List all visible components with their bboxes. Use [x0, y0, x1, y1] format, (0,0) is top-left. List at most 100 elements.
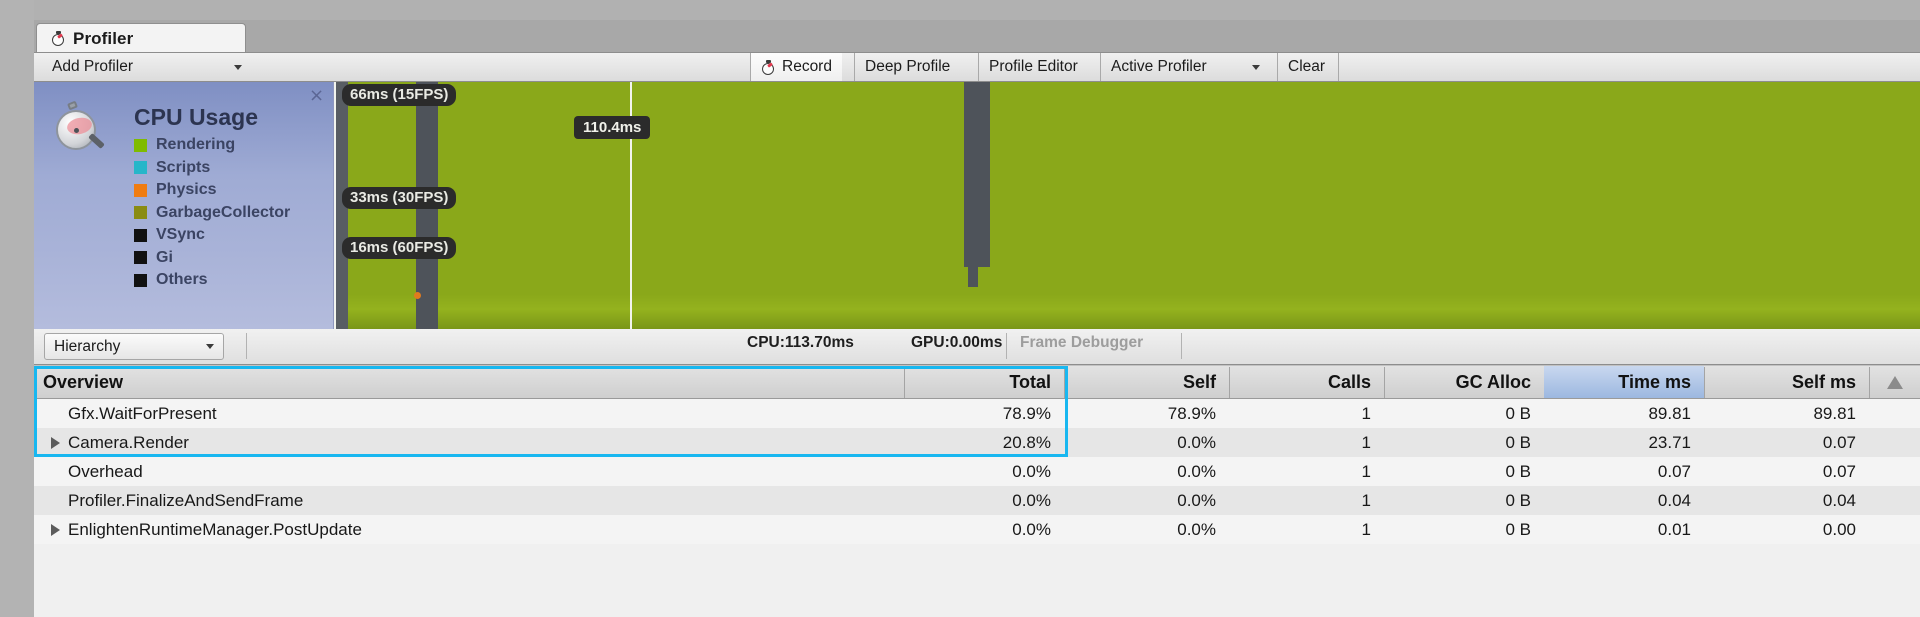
desktop-backdrop-left — [0, 0, 34, 617]
chevron-down-icon — [206, 344, 214, 349]
legend-item-others[interactable]: Others — [134, 269, 290, 292]
legend-swatch — [134, 161, 147, 175]
legend-item-physics[interactable]: Physics — [134, 179, 290, 202]
graph-frame-tooltip: 110.4ms — [574, 116, 651, 139]
legend-item-garbagecollector[interactable]: GarbageCollector — [134, 202, 290, 225]
cpu-time-stat: CPU:113.70ms — [747, 334, 854, 351]
active-profiler-label: Active Profiler — [1111, 58, 1207, 75]
legend-label: VSync — [156, 226, 205, 244]
cpu-profiler-icon — [54, 100, 112, 156]
clear-button[interactable]: Clear — [1277, 53, 1335, 81]
legend-item-rendering[interactable]: Rendering — [134, 134, 290, 157]
cell-self-ms: 0.00 — [1822, 519, 1856, 539]
record-button[interactable]: Record — [750, 53, 842, 81]
cell-gc-alloc: 0 B — [1505, 403, 1531, 423]
stats-divider — [1006, 333, 1007, 359]
legend-label: Gi — [156, 248, 173, 266]
legend-label: Rendering — [156, 136, 236, 154]
cell-time-ms: 23.71 — [1648, 432, 1691, 452]
cell-self: 78.9% — [1167, 403, 1216, 423]
column-header-time-ms[interactable]: Time ms — [1544, 366, 1704, 398]
cell-time-ms: 0.04 — [1657, 490, 1691, 510]
cell-time-ms: 89.81 — [1648, 403, 1691, 423]
tab-profiler[interactable]: Profiler — [36, 23, 246, 53]
graph-vsync-spike — [968, 82, 978, 287]
cell-total: 0.0% — [1012, 461, 1051, 481]
cell-self-ms: 0.04 — [1822, 490, 1856, 510]
annotation-highlight-edge — [1065, 366, 1068, 457]
legend-label: Physics — [156, 181, 217, 199]
frame-debugger-button[interactable]: Frame Debugger — [1020, 334, 1143, 352]
cell-calls: 1 — [1361, 403, 1371, 423]
legend-swatch — [134, 206, 147, 220]
cell-overview: Camera.Render — [68, 432, 189, 452]
column-header-overview[interactable]: Overview — [34, 366, 904, 398]
cell-time-ms: 0.07 — [1657, 461, 1691, 481]
legend-label: GarbageCollector — [156, 203, 291, 221]
cell-calls: 1 — [1361, 461, 1371, 481]
record-stopwatch-icon — [761, 59, 776, 75]
table-row[interactable]: Profiler.FinalizeAndSendFrame 0.0% 0.0% … — [34, 486, 1920, 515]
graph-background — [334, 82, 1920, 329]
unity-editor-window: Profiler Add Profiler Record Deep Profil… — [34, 20, 1920, 617]
cell-self-ms: 89.81 — [1813, 403, 1856, 423]
legend-swatch — [134, 228, 147, 242]
table-header-row: Overview Total Self Calls GC Alloc Time … — [34, 366, 1920, 399]
chevron-down-icon — [234, 64, 242, 70]
profiler-hierarchy-table: Overview Total Self Calls GC Alloc Time … — [34, 366, 1920, 617]
profiler-toolbar: Add Profiler Record Deep Profile Profile… — [34, 52, 1920, 82]
close-icon[interactable]: × — [309, 87, 324, 105]
cell-gc-alloc: 0 B — [1505, 432, 1531, 452]
add-profiler-label: Add Profiler — [52, 58, 133, 75]
cell-overview: Overhead — [68, 461, 143, 481]
window-tab-bar: Profiler — [34, 20, 1920, 53]
legend-swatch — [134, 138, 147, 152]
legend-swatch — [134, 273, 147, 287]
cell-self: 0.0% — [1177, 519, 1216, 539]
cell-overview: EnlightenRuntimeManager.PostUpdate — [68, 519, 362, 539]
cell-calls: 1 — [1361, 519, 1371, 539]
chevron-down-icon — [1252, 64, 1260, 70]
legend-swatch — [134, 183, 147, 197]
column-header-total[interactable]: Total — [904, 366, 1064, 398]
view-mode-dropdown[interactable]: Hierarchy — [44, 333, 224, 360]
table-row[interactable]: EnlightenRuntimeManager.PostUpdate 0.0% … — [34, 515, 1920, 544]
gpu-time-stat: GPU:0.00ms — [911, 334, 1003, 351]
cell-time-ms: 0.01 — [1657, 519, 1691, 539]
deep-profile-button[interactable]: Deep Profile — [854, 53, 960, 81]
column-header-self-ms[interactable]: Self ms — [1704, 366, 1869, 398]
deep-profile-label: Deep Profile — [865, 58, 951, 75]
cell-gc-alloc: 0 B — [1505, 490, 1531, 510]
legend-label: Others — [156, 271, 208, 289]
cpu-usage-chart-row: × CPU Usage Rendering Scripts Physics Ga… — [34, 82, 1920, 329]
legend-item-scripts[interactable]: Scripts — [134, 157, 290, 180]
profiler-window-root: Profiler Add Profiler Record Deep Profil… — [0, 0, 1920, 617]
cpu-usage-title: CPU Usage — [134, 104, 258, 130]
cell-total: 0.0% — [1012, 519, 1051, 539]
cell-overview: Gfx.WaitForPresent — [68, 403, 217, 423]
table-row[interactable]: Overhead 0.0% 0.0% 1 0 B 0.07 0.07 — [34, 457, 1920, 486]
cell-gc-alloc: 0 B — [1505, 461, 1531, 481]
cell-self: 0.0% — [1177, 432, 1216, 452]
column-header-calls[interactable]: Calls — [1229, 366, 1384, 398]
cell-self: 0.0% — [1177, 461, 1216, 481]
cell-total: 78.9% — [1002, 403, 1051, 423]
cell-calls: 1 — [1361, 490, 1371, 510]
column-header-self[interactable]: Self — [1064, 366, 1229, 398]
cell-calls: 1 — [1361, 432, 1371, 452]
cell-overview: Profiler.FinalizeAndSendFrame — [68, 490, 304, 510]
legend-item-gi[interactable]: Gi — [134, 247, 290, 270]
table-row[interactable]: Gfx.WaitForPresent 78.9% 78.9% 1 0 B 89.… — [34, 399, 1920, 428]
profile-editor-button[interactable]: Profile Editor — [978, 53, 1088, 81]
cell-total: 0.0% — [1012, 490, 1051, 510]
cell-self: 0.0% — [1177, 490, 1216, 510]
sort-triangle-up-icon[interactable] — [1869, 366, 1920, 398]
cpu-usage-graph[interactable]: 66ms (15FPS) 33ms (30FPS) 16ms (60FPS) 1… — [334, 82, 1920, 329]
frame-debugger-divider — [1181, 333, 1182, 359]
table-row[interactable]: Camera.Render 20.8% 0.0% 1 0 B 23.71 0.0… — [34, 428, 1920, 457]
graph-threshold-66ms: 66ms (15FPS) — [342, 84, 457, 106]
add-profiler-dropdown[interactable]: Add Profiler — [42, 53, 252, 81]
active-profiler-dropdown[interactable]: Active Profiler — [1100, 53, 1270, 81]
legend-item-vsync[interactable]: VSync — [134, 224, 290, 247]
column-header-gc-alloc[interactable]: GC Alloc — [1384, 366, 1544, 398]
